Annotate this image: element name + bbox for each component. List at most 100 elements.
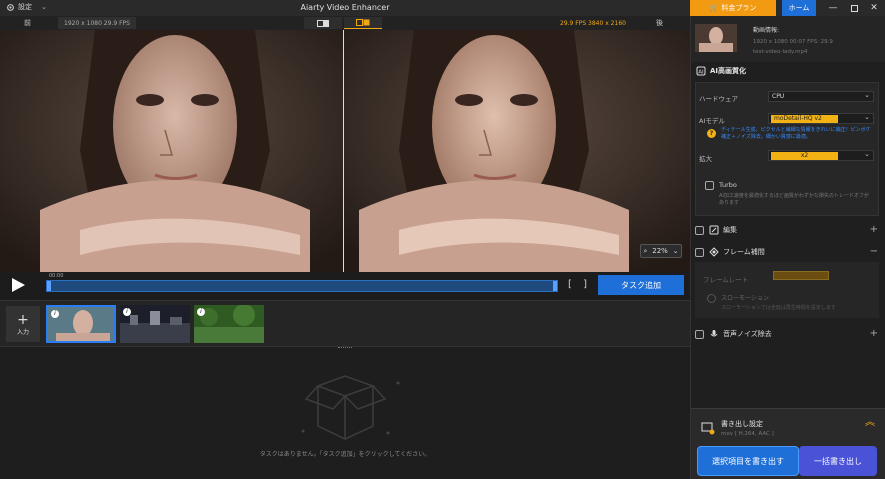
play-icon bbox=[12, 278, 25, 292]
microphone-icon bbox=[710, 330, 718, 337]
file-info-meta: 1920 x 1080 00:07 FPS: 29.9 bbox=[753, 39, 833, 45]
split-view-icon bbox=[317, 19, 329, 27]
frame-interp-checkbox[interactable] bbox=[695, 247, 704, 257]
slowmo-description: スローモーションでは全延ば再生時間を設定します bbox=[721, 305, 836, 311]
clip-thumbnail[interactable]: i bbox=[120, 305, 190, 343]
export-selected-button[interactable]: 選択項目を書き出す bbox=[697, 446, 799, 476]
info-icon[interactable]: i bbox=[123, 308, 131, 316]
after-video-preview[interactable] bbox=[344, 30, 690, 272]
hardware-value: CPU bbox=[772, 93, 785, 100]
trim-brackets-button[interactable]: [ ] bbox=[568, 279, 591, 290]
frame-interp-header[interactable]: フレーム補間 − bbox=[691, 245, 885, 259]
zoom-control[interactable]: ⌕ 22% ⌄ bbox=[640, 244, 682, 258]
pricing-plan-button[interactable]: 🛒 料金プラン bbox=[690, 0, 776, 16]
ai-enhance-header[interactable]: AI AI高画質化 bbox=[691, 64, 885, 78]
minimize-button[interactable]: — bbox=[826, 2, 840, 14]
edit-label: 編集 bbox=[723, 226, 737, 234]
title-bar: 設定 ⌄ Aiarty Video Enhancer 🛒 料金プラン ホーム —… bbox=[0, 0, 885, 16]
file-name: test-video-lady.mp4 bbox=[753, 49, 808, 55]
trim-end-handle[interactable] bbox=[553, 281, 557, 291]
export-all-button[interactable]: 一括書き出し bbox=[799, 446, 877, 476]
resize-grip[interactable] bbox=[338, 347, 352, 350]
portrait-image-after bbox=[344, 30, 690, 272]
framerate-label: フレームレート bbox=[703, 276, 749, 284]
empty-task-message: タスクはありません。「タスク追加」をクリックしてください。 bbox=[259, 451, 431, 458]
clip-strip: + 入力 i i i bbox=[0, 300, 690, 346]
file-thumbnail bbox=[695, 24, 737, 52]
file-info: 動画情報: 1920 x 1080 00:07 FPS: 29.9 test-v… bbox=[691, 16, 885, 62]
side-by-side-view-button[interactable] bbox=[344, 17, 382, 29]
help-icon[interactable]: ? bbox=[707, 129, 716, 138]
settings-panel: 動画情報: 1920 x 1080 00:07 FPS: 29.9 test-v… bbox=[690, 16, 885, 479]
framerate-select[interactable] bbox=[773, 271, 829, 280]
collapse-icon[interactable]: − bbox=[870, 246, 878, 257]
play-button[interactable] bbox=[10, 277, 26, 293]
chevron-down-icon: ⌄ bbox=[864, 113, 870, 121]
after-label: 後 bbox=[656, 19, 663, 27]
before-video-preview[interactable] bbox=[0, 30, 343, 272]
pricing-plan-label: 料金プラン bbox=[721, 4, 757, 12]
expand-icon[interactable]: + bbox=[870, 224, 878, 235]
timeline-track[interactable]: 00:00 bbox=[46, 273, 558, 292]
ai-model-select[interactable]: moDetail-HQ v2 ⌄ bbox=[768, 113, 874, 124]
close-icon: ✕ bbox=[870, 3, 878, 13]
noise-section-header[interactable]: 音声ノイズ除去 + bbox=[691, 327, 885, 341]
frame-interp-label: フレーム補間 bbox=[723, 248, 765, 256]
export-settings-title: 書き出し設定 bbox=[721, 420, 763, 428]
timeline-bar: 00:00 [ ] タスク追加 bbox=[0, 272, 690, 300]
expand-icon[interactable]: + bbox=[870, 328, 878, 339]
maximize-button[interactable] bbox=[847, 2, 861, 14]
ai-enhance-title: AI高画質化 bbox=[710, 67, 747, 75]
turbo-label: Turbo bbox=[719, 181, 737, 189]
current-time: 00:00 bbox=[49, 273, 64, 279]
hardware-select[interactable]: CPU ⌄ bbox=[768, 91, 874, 102]
clip-thumbnail[interactable]: i bbox=[46, 305, 116, 343]
info-icon[interactable]: i bbox=[51, 310, 59, 318]
noise-label: 音声ノイズ除去 bbox=[723, 330, 772, 338]
noise-checkbox[interactable] bbox=[695, 329, 704, 339]
chevron-up-icon[interactable]: ︽ bbox=[865, 418, 875, 428]
home-button[interactable]: ホーム bbox=[782, 0, 816, 16]
input-button[interactable]: + 入力 bbox=[6, 306, 40, 342]
trim-start-handle[interactable] bbox=[47, 281, 51, 291]
edit-section-header[interactable]: 編集 + bbox=[691, 223, 885, 237]
file-thumbnail-image bbox=[695, 24, 737, 52]
empty-box-icon bbox=[301, 375, 400, 440]
frame-interp-icon bbox=[709, 247, 719, 257]
chevron-down-icon: ⌄ bbox=[864, 91, 870, 99]
clip-thumbnail[interactable]: i bbox=[194, 305, 264, 343]
ai-model-value: moDetail-HQ v2 bbox=[771, 115, 838, 123]
slowmo-radio[interactable] bbox=[707, 294, 716, 303]
ai-model-label: AIモデル bbox=[699, 117, 725, 125]
upscale-select[interactable]: x2 ⌄ bbox=[768, 150, 874, 161]
export-settings-icon bbox=[701, 422, 715, 435]
source-resolution-info: 1920 x 1080 29.9 FPS bbox=[58, 17, 136, 29]
info-icon[interactable]: i bbox=[197, 308, 205, 316]
portrait-image-before bbox=[0, 30, 343, 272]
add-task-button[interactable]: タスク追加 bbox=[598, 275, 684, 295]
ai-model-value-text: moDetail-HQ v2 bbox=[774, 115, 822, 122]
maximize-icon bbox=[850, 4, 858, 12]
svg-text:AI: AI bbox=[698, 70, 704, 76]
chevron-down-icon: ⌄ bbox=[864, 150, 870, 158]
upscale-label: 拡大 bbox=[699, 155, 712, 163]
output-resolution-info: 29.9 FPS 3840 x 2160 bbox=[560, 19, 626, 27]
turbo-checkbox[interactable] bbox=[705, 181, 714, 190]
hardware-label: ハードウェア bbox=[699, 95, 738, 103]
edit-icon bbox=[709, 225, 719, 235]
chevron-down-icon: ⌄ bbox=[672, 247, 679, 255]
upscale-value-text: x2 bbox=[800, 152, 809, 159]
frame-interp-box: フレームレート スローモーション スローモーションでは全延ば再生時間を設定します bbox=[695, 262, 879, 318]
cart-icon: 🛒 bbox=[709, 4, 719, 12]
export-format: mov [ H.264, AAC ] bbox=[721, 431, 774, 437]
edit-checkbox[interactable] bbox=[695, 225, 704, 235]
split-view-button[interactable] bbox=[304, 17, 342, 29]
plus-icon: + bbox=[17, 311, 29, 328]
preview-header: 前 1920 x 1080 29.9 FPS 29.9 FPS 3840 x 2… bbox=[0, 16, 690, 30]
upscale-value: x2 bbox=[771, 152, 838, 160]
before-label: 前 bbox=[24, 19, 31, 27]
app-title: Aiarty Video Enhancer bbox=[300, 3, 390, 12]
close-button[interactable]: ✕ bbox=[867, 2, 881, 14]
ai-model-note: ディテール生成。ピクセルと繊細な情報をきれいに補正！ピンボケ補正＋ノイズ除去。細… bbox=[721, 127, 871, 140]
slowmo-label: スローモーション bbox=[721, 295, 769, 302]
